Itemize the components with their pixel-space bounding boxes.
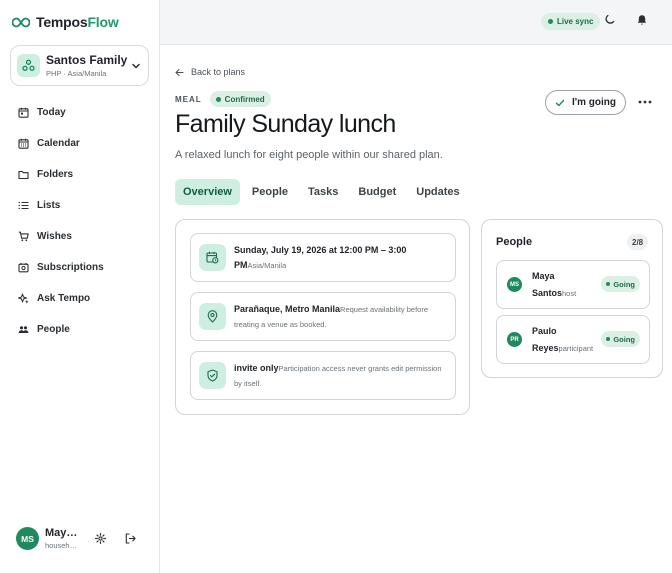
plan-description: A relaxed lunch for eight people within … <box>175 149 443 161</box>
sidebar-item-lists[interactable]: Lists <box>0 190 159 221</box>
bell-icon[interactable] <box>636 14 648 26</box>
detail-access: invite onlyParticipation access never gr… <box>190 351 456 400</box>
rsvp-status-badge: Going <box>601 276 640 292</box>
rsvp-status-badge: Going <box>601 331 640 347</box>
avatar: PR <box>507 332 522 347</box>
live-sync-badge: Live sync <box>541 13 601 30</box>
sidebar-item-label: Ask Tempo <box>37 293 91 304</box>
sidebar-item-people[interactable]: People <box>0 314 159 345</box>
sidebar: TemposFlow Santos Family PHP · Asia/Mani… <box>0 0 160 573</box>
detail-when-timezone: Asia/Manila <box>247 260 287 270</box>
status-dot-icon <box>215 96 221 102</box>
plan-tabs: Overview People Tasks Budget Updates <box>175 179 468 205</box>
logout-button[interactable] <box>123 532 137 546</box>
status-dot-icon <box>606 282 611 286</box>
sidebar-item-label: Folders <box>37 169 74 180</box>
people-count-badge: 2/8 <box>627 234 649 250</box>
plan-details-panel: Sunday, July 19, 2026 at 12:00 PM – 3:00… <box>175 219 470 415</box>
location-pin-icon <box>207 310 218 323</box>
settings-button[interactable] <box>93 532 107 546</box>
people-title: People <box>496 236 533 248</box>
tab-budget[interactable]: Budget <box>350 179 404 205</box>
sidebar-item-label: Today <box>37 107 66 118</box>
person-first-name: Paulo <box>532 325 557 336</box>
folder-icon <box>18 170 29 180</box>
list-icon <box>18 201 29 210</box>
top-bar: Live sync <box>160 0 672 45</box>
sidebar-item-label: People <box>37 324 70 335</box>
calendar-grid-icon <box>18 138 29 149</box>
sidebar-item-calendar[interactable]: Calendar <box>0 128 159 159</box>
gear-icon <box>94 533 106 544</box>
sidebar-nav: Today Calendar Folders Lists Wishes Subs… <box>0 97 159 345</box>
list-item[interactable]: PR Paulo Reyesparticipant Going <box>496 315 650 364</box>
arrow-left-icon <box>175 68 184 76</box>
tab-updates[interactable]: Updates <box>408 179 467 205</box>
sparkle-icon <box>18 293 29 304</box>
tab-overview[interactable]: Overview <box>175 179 240 205</box>
chevron-down-icon <box>132 63 140 68</box>
sidebar-item-label: Wishes <box>37 231 72 242</box>
sidebar-item-label: Subscriptions <box>37 262 104 273</box>
more-options-button[interactable] <box>637 94 653 110</box>
user-role: househol… <box>45 541 81 550</box>
avatar: MS <box>507 277 522 292</box>
family-icon <box>17 54 40 77</box>
status-badge: Confirmed <box>209 91 271 107</box>
detail-when: Sunday, July 19, 2026 at 12:00 PM – 3:00… <box>190 233 456 282</box>
family-switcher[interactable]: Santos Family PHP · Asia/Manila <box>10 45 149 86</box>
user-profile: MS Maya … househol… <box>16 527 137 550</box>
person-last-name: Reyes <box>532 342 559 353</box>
person-last-name: Santos <box>532 287 563 298</box>
people-icon <box>18 326 29 333</box>
sidebar-item-wishes[interactable]: Wishes <box>0 221 159 252</box>
logout-icon <box>125 533 136 544</box>
im-going-button[interactable]: I'm going <box>545 90 626 115</box>
check-icon <box>555 99 565 106</box>
back-to-plans-link[interactable]: Back to plans <box>175 67 245 77</box>
tab-people[interactable]: People <box>244 179 296 205</box>
tab-tasks[interactable]: Tasks <box>300 179 346 205</box>
plan-meta: MEAL Confirmed <box>175 91 271 107</box>
person-first-name: Maya <box>532 270 555 281</box>
page-title: Family Sunday lunch <box>175 110 396 138</box>
family-name: Santos Family <box>46 53 128 67</box>
status-dot-icon <box>548 19 553 24</box>
detail-where-text: Parañaque, Metro Manila <box>234 303 341 314</box>
subscription-icon <box>18 263 29 273</box>
moon-icon[interactable] <box>604 14 616 26</box>
cart-icon <box>18 231 29 242</box>
sidebar-item-label: Calendar <box>37 138 80 149</box>
person-role: host <box>562 288 577 298</box>
user-name: Maya … <box>45 527 81 539</box>
sidebar-item-ask-tempo[interactable]: Ask Tempo <box>0 283 159 314</box>
detail-where: Parañaque, Metro ManilaRequest availabil… <box>190 292 456 341</box>
status-dot-icon <box>606 337 611 341</box>
people-panel: People 2/8 MS Maya Santoshost Going PR P… <box>481 219 663 378</box>
calendar-day-icon <box>18 107 29 118</box>
plan-kind: MEAL <box>175 94 202 104</box>
brand-logo[interactable]: TemposFlow <box>12 14 119 30</box>
sidebar-item-label: Lists <box>37 200 61 211</box>
infinity-logo-icon <box>12 17 30 27</box>
brand-name: TemposFlow <box>36 14 119 30</box>
calendar-clock-icon <box>206 251 219 264</box>
person-role: participant <box>558 343 594 353</box>
sidebar-item-today[interactable]: Today <box>0 97 159 128</box>
family-meta: PHP · Asia/Manila <box>46 69 107 78</box>
sidebar-item-subscriptions[interactable]: Subscriptions <box>0 252 159 283</box>
sidebar-item-folders[interactable]: Folders <box>0 159 159 190</box>
detail-access-text: invite only <box>234 362 279 373</box>
avatar[interactable]: MS <box>16 527 39 550</box>
list-item[interactable]: MS Maya Santoshost Going <box>496 260 650 309</box>
more-horizontal-icon <box>638 100 652 104</box>
shield-check-icon <box>207 369 218 382</box>
